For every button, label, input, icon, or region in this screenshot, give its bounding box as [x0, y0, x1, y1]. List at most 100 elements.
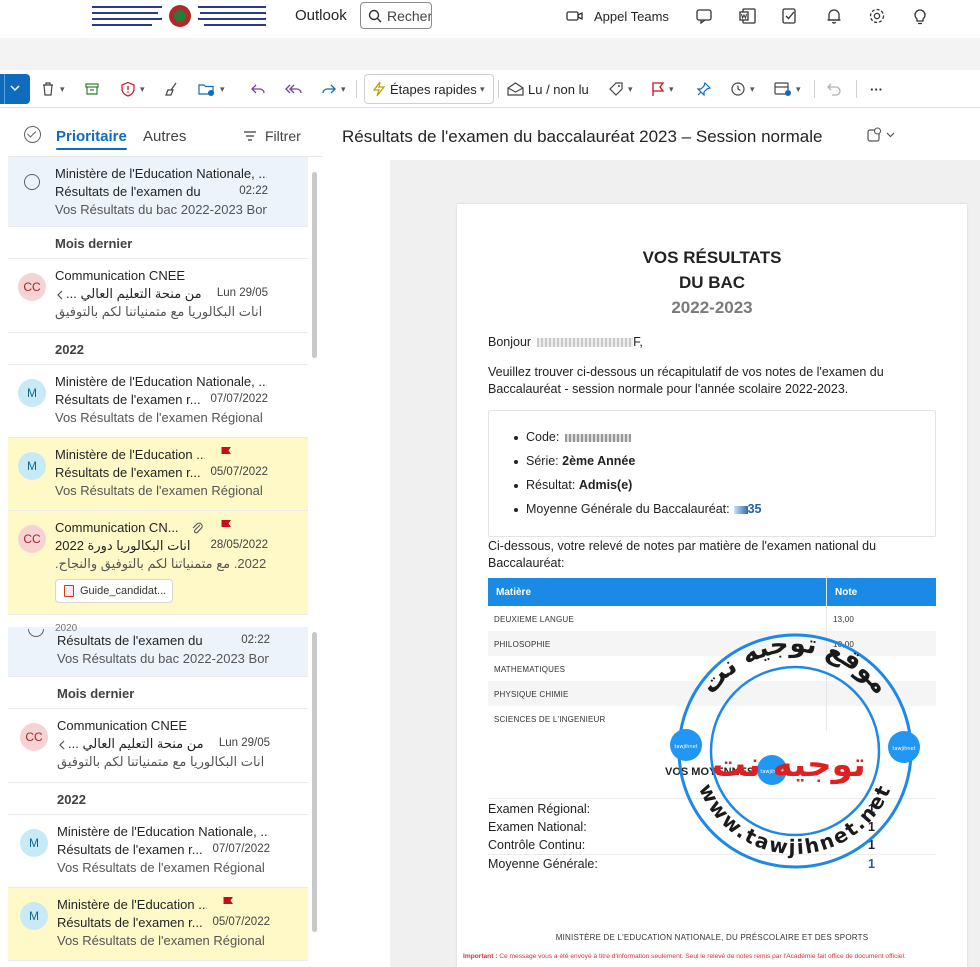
pin-button[interactable]	[696, 79, 712, 99]
mail-preview: 2022. مع متمنياتنا لكم بالتوفيق والنجاح.	[55, 556, 267, 571]
message-summary-button[interactable]	[866, 127, 895, 143]
avatar: M	[18, 379, 46, 407]
group-header-last-month: Mois dernier	[8, 227, 308, 259]
new-mail-dropdown[interactable]	[0, 74, 30, 104]
list-item[interactable]: M Ministère de l'Education Nationale, ..…	[8, 815, 308, 888]
archive-icon	[85, 83, 99, 95]
redacted-average	[733, 505, 748, 514]
tag-icon	[609, 82, 623, 96]
doc-heading: DU BAC	[678, 273, 746, 292]
word-icon[interactable]	[738, 6, 758, 26]
avatar: CC	[20, 723, 48, 751]
rules-button[interactable]: ▾	[774, 79, 801, 99]
list-item[interactable]: M Ministère de l'Education Nationale, ..…	[8, 365, 308, 438]
more-options-button[interactable]: ···	[870, 79, 883, 99]
select-radio[interactable]	[24, 174, 40, 190]
tag-button[interactable]: ▾	[608, 79, 633, 99]
clock-icon	[731, 82, 745, 96]
reply-button[interactable]	[250, 79, 266, 99]
scrollbar[interactable]	[312, 632, 317, 932]
teams-call-button[interactable]: Appel Teams	[566, 6, 669, 26]
ribbon-divider	[856, 80, 857, 98]
video-icon	[566, 11, 583, 21]
ribbon-tabs-area	[0, 38, 980, 70]
chat-icon[interactable]	[695, 6, 715, 26]
mail-date: Lun 29/05	[218, 737, 270, 749]
select-radio[interactable]	[28, 629, 44, 637]
flag-button[interactable]: ▾	[651, 79, 674, 99]
table-header: Matière Note	[488, 578, 936, 606]
list-item[interactable]: CC Communication CN... انات البكالوريا د…	[8, 511, 308, 615]
group-header-last-month: Mois dernier	[8, 677, 308, 709]
list-item[interactable]: Ministère de l'Education Nationale, ... …	[8, 157, 308, 227]
ribbon-divider	[814, 80, 815, 98]
report-button[interactable]: ▾	[120, 79, 145, 99]
forward-button[interactable]: ▾	[321, 79, 346, 99]
watermark-badge: tawjihnet	[674, 744, 697, 750]
app-name[interactable]: Outlook	[295, 7, 347, 24]
undo-icon	[827, 83, 841, 96]
pin-icon	[696, 81, 712, 97]
filter-button[interactable]: Filtrer	[243, 128, 301, 144]
list-item[interactable]: CC Communication CNEE من منحة التعليم ال…	[8, 259, 308, 333]
list-item[interactable]: 2020 Résultats de l'examen du bac... 02:…	[8, 623, 308, 677]
doc-footer: MINISTÈRE DE L'EDUCATION NATIONALE, DU P…	[555, 933, 869, 942]
bell-icon[interactable]	[824, 6, 844, 26]
list-item[interactable]: CC Communication CNEE من منحة التعليم ال…	[8, 709, 308, 783]
gear-icon[interactable]	[867, 6, 887, 26]
chevron-left-icon	[57, 290, 63, 300]
move-button[interactable]: ▾	[198, 79, 225, 99]
delete-icon	[43, 82, 53, 96]
summary-icon	[867, 127, 882, 142]
tab-focused[interactable]: Prioritaire	[56, 128, 127, 150]
list-item[interactable]: M Ministère de l'Education ... Résultats…	[8, 438, 308, 511]
row-subject: DEUXIEME LANGUE	[494, 615, 574, 624]
attachment-chip[interactable]: Guide_candidat...	[55, 579, 173, 603]
reply-all-button[interactable]	[285, 79, 303, 99]
scrollbar[interactable]	[312, 172, 317, 358]
select-all-checkbox[interactable]	[24, 126, 41, 143]
watermark-url: www.tawjihnet.net	[694, 780, 896, 860]
mail-preview: Vos Résultats de l'examen Régional ...	[57, 933, 269, 948]
avatar: M	[20, 902, 48, 930]
doc-heading: VOS RÉSULTATS	[642, 248, 782, 267]
snooze-button[interactable]: ▾	[730, 79, 755, 99]
sweep-icon	[165, 82, 177, 96]
pdf-icon	[64, 585, 74, 597]
doc-year: 2022-2023	[671, 298, 753, 317]
mail-date: 05/07/2022	[212, 916, 270, 928]
message-body-margin	[330, 160, 390, 967]
flag-icon[interactable]	[220, 446, 232, 460]
chevron-left-icon	[59, 740, 65, 750]
reply-icon	[251, 84, 265, 94]
table-intro: Ci-dessous, votre relevé de notes par ma…	[488, 539, 877, 570]
todo-icon[interactable]	[780, 6, 800, 26]
result-value: Admis(e)	[578, 478, 633, 492]
rules-icon	[774, 82, 791, 96]
lightning-icon	[372, 81, 386, 97]
mail-preview: Vos Résultats de l'examen Régional ...	[57, 860, 269, 875]
ribbon-divider	[356, 80, 357, 98]
read-unread-button[interactable]: Lu / non lu	[507, 79, 589, 99]
redacted-code	[565, 433, 632, 442]
mail-preview: Vos Résultats de l'examen Régional ...	[55, 410, 267, 425]
tab-other[interactable]: Autres	[143, 128, 186, 145]
search-box[interactable]: Recherch	[360, 2, 432, 29]
list-item[interactable]: M Ministère de l'Education ... Résultats…	[8, 888, 308, 961]
lightbulb-icon[interactable]	[910, 6, 930, 26]
mail-list: Prioritaire Autres Filtrer Ministère de …	[8, 112, 322, 967]
row-subject: PHILOSOPHIE	[494, 640, 551, 649]
quick-steps-dropdown[interactable]: ▾	[480, 79, 485, 99]
mail-preview: Vos Résultats du bac 2022-2023 Bon...	[57, 651, 269, 666]
group-header-2022: 2022	[8, 783, 308, 815]
greeting-end: F,	[633, 335, 643, 349]
undo-button[interactable]	[826, 79, 842, 99]
flag-icon[interactable]	[222, 896, 234, 910]
delete-button[interactable]: ▾	[40, 79, 65, 99]
archive-button[interactable]	[84, 79, 100, 99]
mail-date: 28/05/2022	[210, 539, 268, 551]
flag-icon[interactable]	[220, 519, 232, 533]
sweep-button[interactable]	[164, 79, 180, 99]
mail-date: 07/07/2022	[212, 843, 270, 855]
quick-steps-button[interactable]: Étapes rapides	[372, 79, 477, 99]
